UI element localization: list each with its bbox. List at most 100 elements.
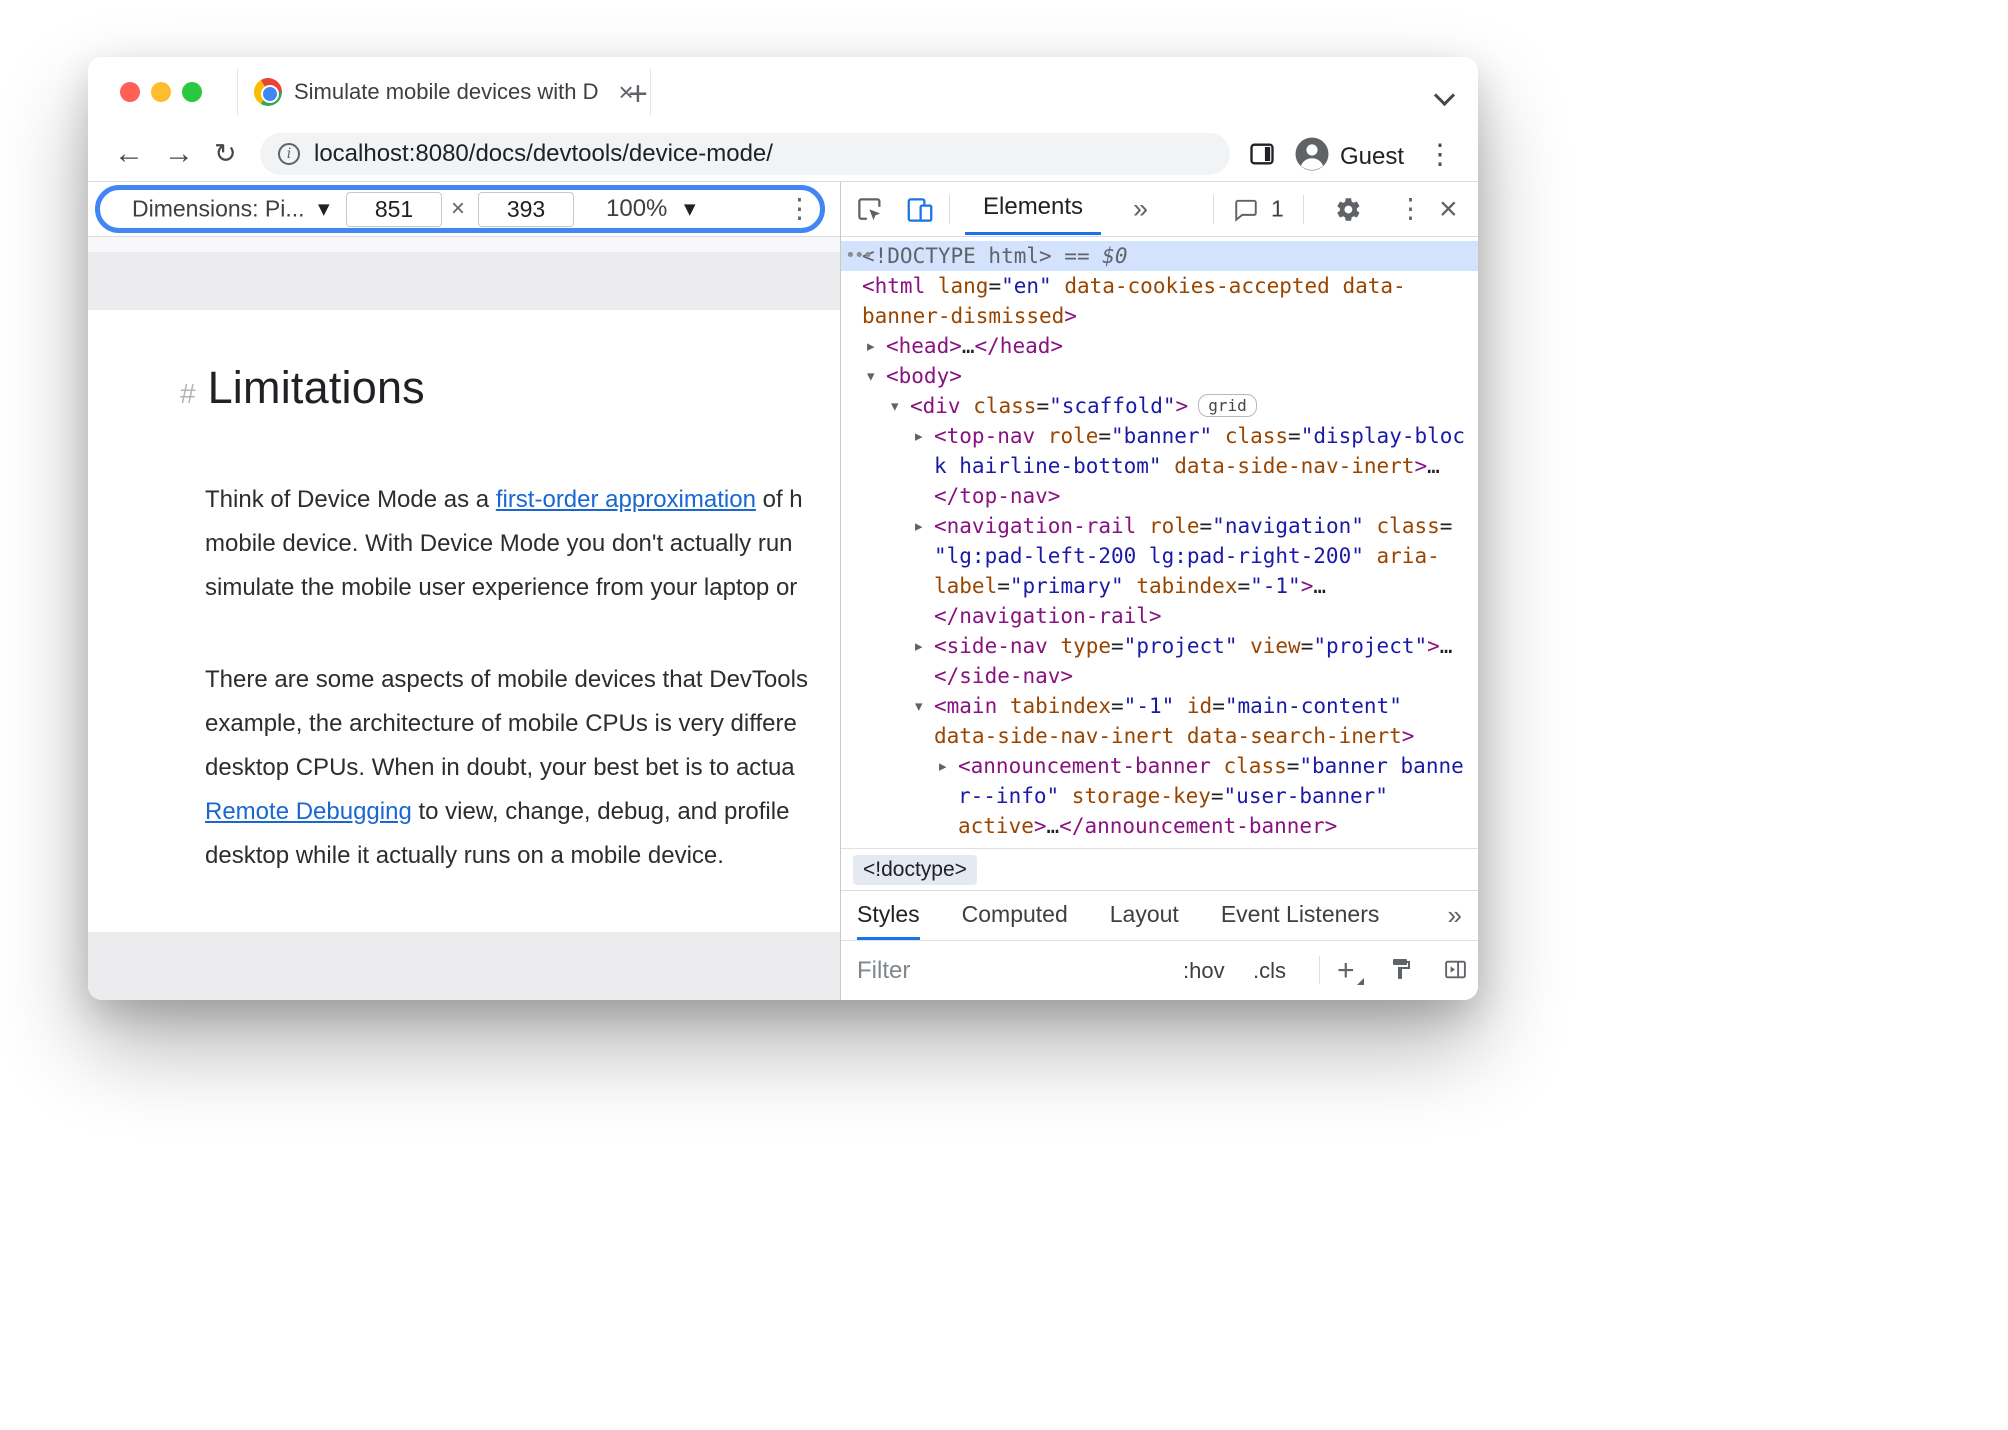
dom-node-line[interactable]: active>…</announcement-banner>: [841, 811, 1478, 841]
dom-node-line[interactable]: </top-nav>: [841, 481, 1478, 511]
console-messages-icon[interactable]: [1233, 197, 1259, 228]
chrome-favicon-icon: [254, 78, 282, 106]
gear-icon[interactable]: [1335, 196, 1362, 228]
dom-node-line[interactable]: ▾ <main tabindex="-1" id="main-content": [841, 691, 1478, 721]
tab-layout[interactable]: Layout: [1110, 891, 1179, 940]
dom-node-line[interactable]: k hairline-bottom" data-side-nav-inert>…: [841, 451, 1478, 481]
breadcrumb-item[interactable]: <!doctype>: [853, 854, 977, 885]
filter-input[interactable]: Filter: [857, 957, 910, 985]
zoom-caret-icon[interactable]: ▼: [684, 200, 696, 218]
divider: [1303, 195, 1304, 224]
window-minimize-button[interactable]: [151, 82, 171, 102]
dimensions-dropdown[interactable]: Dimensions: Pi...: [132, 196, 305, 223]
dom-node-line[interactable]: r--info" storage-key="user-banner": [841, 781, 1478, 811]
address-bar[interactable]: i localhost:8080/docs/devtools/device-mo…: [260, 133, 1230, 175]
dimensions-caret-icon[interactable]: ▼: [318, 200, 330, 218]
paragraph-line: There are some aspects of mobile devices…: [205, 666, 808, 693]
dom-node-line[interactable]: ▸ <announcement-banner class="banner bann…: [841, 751, 1478, 781]
device-viewport-area: # Limitations Think of Device Mode as a …: [88, 237, 840, 1000]
collapse-arrow-icon[interactable]: ▾: [867, 361, 875, 391]
paragraph-line: example, the architecture of mobile CPUs…: [205, 710, 797, 737]
page-title: Limitations: [207, 362, 425, 413]
toggle-sidebar-icon[interactable]: [1443, 957, 1468, 987]
new-tab-button[interactable]: +: [628, 75, 648, 114]
dom-node-line[interactable]: banner-dismissed>: [841, 301, 1478, 331]
more-panes-icon[interactable]: »: [1448, 891, 1462, 940]
dom-tree: ••• <!DOCTYPE html> == $0 <html lang="en" …: [841, 237, 1478, 848]
styles-filter-bar: Filter :hov .cls +: [841, 940, 1478, 1000]
more-tabs-icon[interactable]: »: [1133, 194, 1148, 225]
dom-node-line[interactable]: label="primary" tabindex="-1">…: [841, 571, 1478, 601]
devtools-menu-icon[interactable]: ⋮: [1397, 194, 1424, 225]
page-viewport: # Limitations Think of Device Mode as a …: [88, 310, 840, 932]
collapse-arrow-icon[interactable]: ▾: [891, 391, 899, 421]
expand-arrow-icon[interactable]: ▸: [915, 511, 923, 541]
inline-link[interactable]: first-order approximation: [496, 486, 756, 513]
anchor-hash[interactable]: #: [180, 378, 196, 410]
window-zoom-button[interactable]: [182, 82, 202, 102]
tab-event-listeners[interactable]: Event Listeners: [1221, 891, 1380, 940]
dom-node-line[interactable]: </side-nav>: [841, 661, 1478, 691]
tab-elements[interactable]: Elements: [965, 182, 1102, 235]
devtools-panel: Elements » 1 ⋮ × ••• <!DOCTYPE html> == $…: [840, 182, 1478, 1000]
window-close-button[interactable]: [120, 82, 140, 102]
site-info-icon[interactable]: i: [278, 143, 300, 165]
dom-node-line[interactable]: ▸ <side-nav type="project" view="project"…: [841, 631, 1478, 661]
url-text: localhost:8080/docs/devtools/device-mode…: [314, 140, 773, 167]
zoom-dropdown[interactable]: 100%: [606, 195, 667, 223]
dom-node-line[interactable]: ▸ <top-nav role="banner" class="display-b…: [841, 421, 1478, 451]
ruler-strip: [88, 237, 840, 252]
section-heading: # Limitations: [180, 362, 425, 414]
profile-chip[interactable]: Guest: [1294, 136, 1404, 177]
rendering-brush-icon[interactable]: [1389, 957, 1413, 986]
device-height-input[interactable]: [478, 192, 574, 227]
device-width-input[interactable]: [346, 192, 442, 227]
expand-arrow-icon[interactable]: ▸: [867, 331, 875, 361]
toggle-hover-state-button[interactable]: :hov: [1183, 958, 1225, 984]
dom-node-line[interactable]: ▾ <div class="scaffold"> grid: [841, 391, 1478, 421]
dimensions-times: ×: [451, 195, 466, 222]
dom-node-line[interactable]: ••• <!DOCTYPE html> == $0: [841, 241, 1478, 271]
styles-pane-tabs: Styles Computed Layout Event Listeners »: [841, 890, 1478, 940]
dom-node-line[interactable]: "lg:pad-left-200 lg:pad-right-200" aria-: [841, 541, 1478, 571]
inline-link[interactable]: Remote Debugging: [205, 798, 412, 825]
divider: [1319, 956, 1320, 984]
profile-name: Guest: [1340, 142, 1405, 170]
device-toolbar-menu-icon[interactable]: ⋮: [786, 194, 813, 225]
chevron-down-icon[interactable]: [1433, 84, 1456, 107]
reload-button[interactable]: ↻: [214, 139, 237, 170]
dom-node-line[interactable]: </navigation-rail>: [841, 601, 1478, 631]
console-message-count[interactable]: 1: [1271, 196, 1284, 223]
back-button[interactable]: ←: [114, 137, 144, 171]
device-toolbar-toggle-icon[interactable]: [905, 195, 935, 230]
browser-menu-icon[interactable]: ⋮: [1426, 138, 1454, 171]
dom-node-line[interactable]: <html lang="en" data-cookies-accepted da…: [841, 271, 1478, 301]
titlebar: Simulate mobile devices with D × +: [88, 57, 1478, 127]
side-panel-icon[interactable]: [1248, 140, 1276, 173]
desktop: Simulate mobile devices with D × + ← → ↻…: [0, 0, 2008, 1430]
expand-arrow-icon[interactable]: ▸: [915, 631, 923, 661]
inspect-element-icon[interactable]: [855, 195, 885, 230]
grid-badge[interactable]: grid: [1198, 394, 1257, 417]
dom-node-line[interactable]: ▸ <head>…</head>: [841, 331, 1478, 361]
new-style-rule-button[interactable]: +: [1337, 954, 1363, 988]
forward-button[interactable]: →: [164, 137, 194, 171]
expand-arrow-icon[interactable]: ▸: [915, 421, 923, 451]
toggle-class-button[interactable]: .cls: [1253, 958, 1286, 984]
dom-node-line[interactable]: data-side-nav-inert data-search-inert>: [841, 721, 1478, 751]
avatar: [1294, 136, 1330, 177]
device-toolbar: Dimensions: Pi... ▼ × 100% ▼ ⋮: [88, 182, 840, 237]
paragraph-line: mobile device. With Device Mode you don'…: [205, 530, 793, 557]
dom-node-line[interactable]: ▾ <body>: [841, 361, 1478, 391]
expand-arrow-icon[interactable]: ▸: [939, 751, 947, 781]
article-body: Think of Device Mode as a first-order ap…: [205, 478, 808, 878]
devtools-close-icon[interactable]: ×: [1439, 191, 1458, 228]
browser-window: Simulate mobile devices with D × + ← → ↻…: [88, 57, 1478, 1000]
tab-computed[interactable]: Computed: [962, 891, 1068, 940]
paragraph: Think of Device Mode as a first-order ap…: [205, 478, 808, 610]
dom-node-line[interactable]: ▸ <navigation-rail role="navigation" clas…: [841, 511, 1478, 541]
tab-title: Simulate mobile devices with D: [294, 79, 599, 104]
tab-styles[interactable]: Styles: [857, 891, 920, 940]
collapse-arrow-icon[interactable]: ▾: [915, 691, 923, 721]
browser-tab[interactable]: Simulate mobile devices with D ×: [237, 69, 651, 115]
